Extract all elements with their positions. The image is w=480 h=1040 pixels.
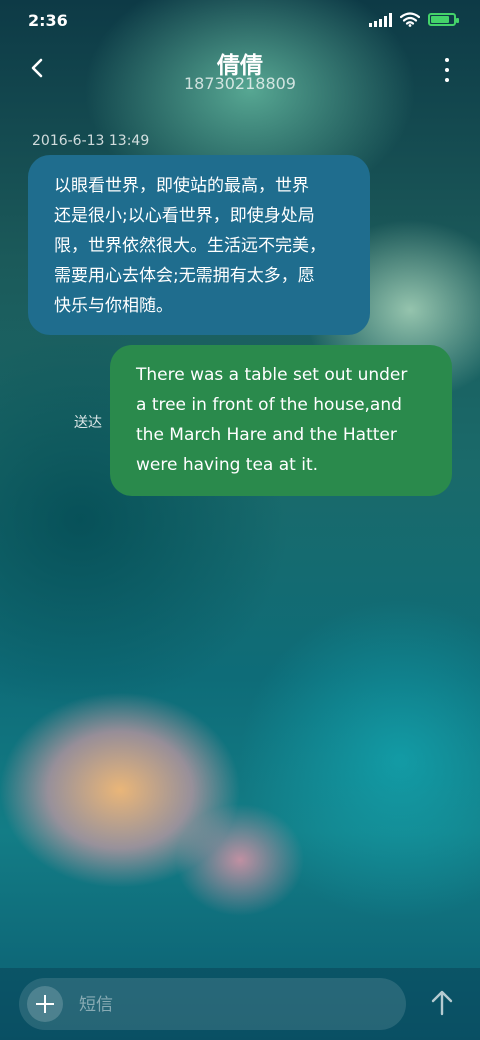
incoming-message-line: 限，世界依然很大。生活远不完美， — [54, 236, 326, 256]
signal-icon — [369, 12, 392, 27]
status-bar: 2:36 — [0, 0, 480, 40]
message-timestamp: 2016-6-13 13:49 — [32, 133, 150, 149]
outgoing-message-line: a tree in front of the house,and — [136, 395, 402, 415]
message-input[interactable] — [77, 978, 401, 1032]
delivered-status: 送达 — [74, 415, 102, 431]
wifi-icon — [400, 12, 420, 27]
outgoing-message-line: were having tea at it. — [136, 455, 319, 475]
send-arrow-up-icon[interactable] — [430, 990, 454, 1016]
composer-bar — [0, 968, 480, 1040]
contact-phone-number: 18730218809 — [184, 74, 296, 93]
incoming-message-line: 需要用心去体会;无需拥有太多，愿 — [54, 266, 315, 286]
incoming-message-line: 还是很小;以心看世界，即使身处局 — [54, 206, 315, 226]
outgoing-message-line: the March Hare and the Hatter — [136, 425, 397, 445]
more-options-icon[interactable] — [444, 58, 450, 82]
incoming-message-bubble[interactable]: 以眼看世界，即使站的最高，世界 还是很小;以心看世界，即使身处局 限，世界依然很… — [28, 155, 370, 335]
outgoing-message-line: There was a table set out under — [136, 365, 408, 385]
incoming-message-line: 快乐与你相随。 — [54, 296, 173, 316]
add-attachment-plus-icon[interactable] — [27, 986, 63, 1022]
battery-charging-icon — [428, 13, 459, 26]
conversation-header: 倩倩 18730218809 — [0, 42, 480, 102]
incoming-message-line: 以眼看世界，即使站的最高，世界 — [54, 176, 309, 196]
message-input-container — [19, 978, 406, 1032]
outgoing-message-bubble[interactable]: There was a table set out under a tree i… — [110, 345, 452, 496]
status-icons — [369, 12, 459, 27]
status-time: 2:36 — [28, 11, 68, 30]
